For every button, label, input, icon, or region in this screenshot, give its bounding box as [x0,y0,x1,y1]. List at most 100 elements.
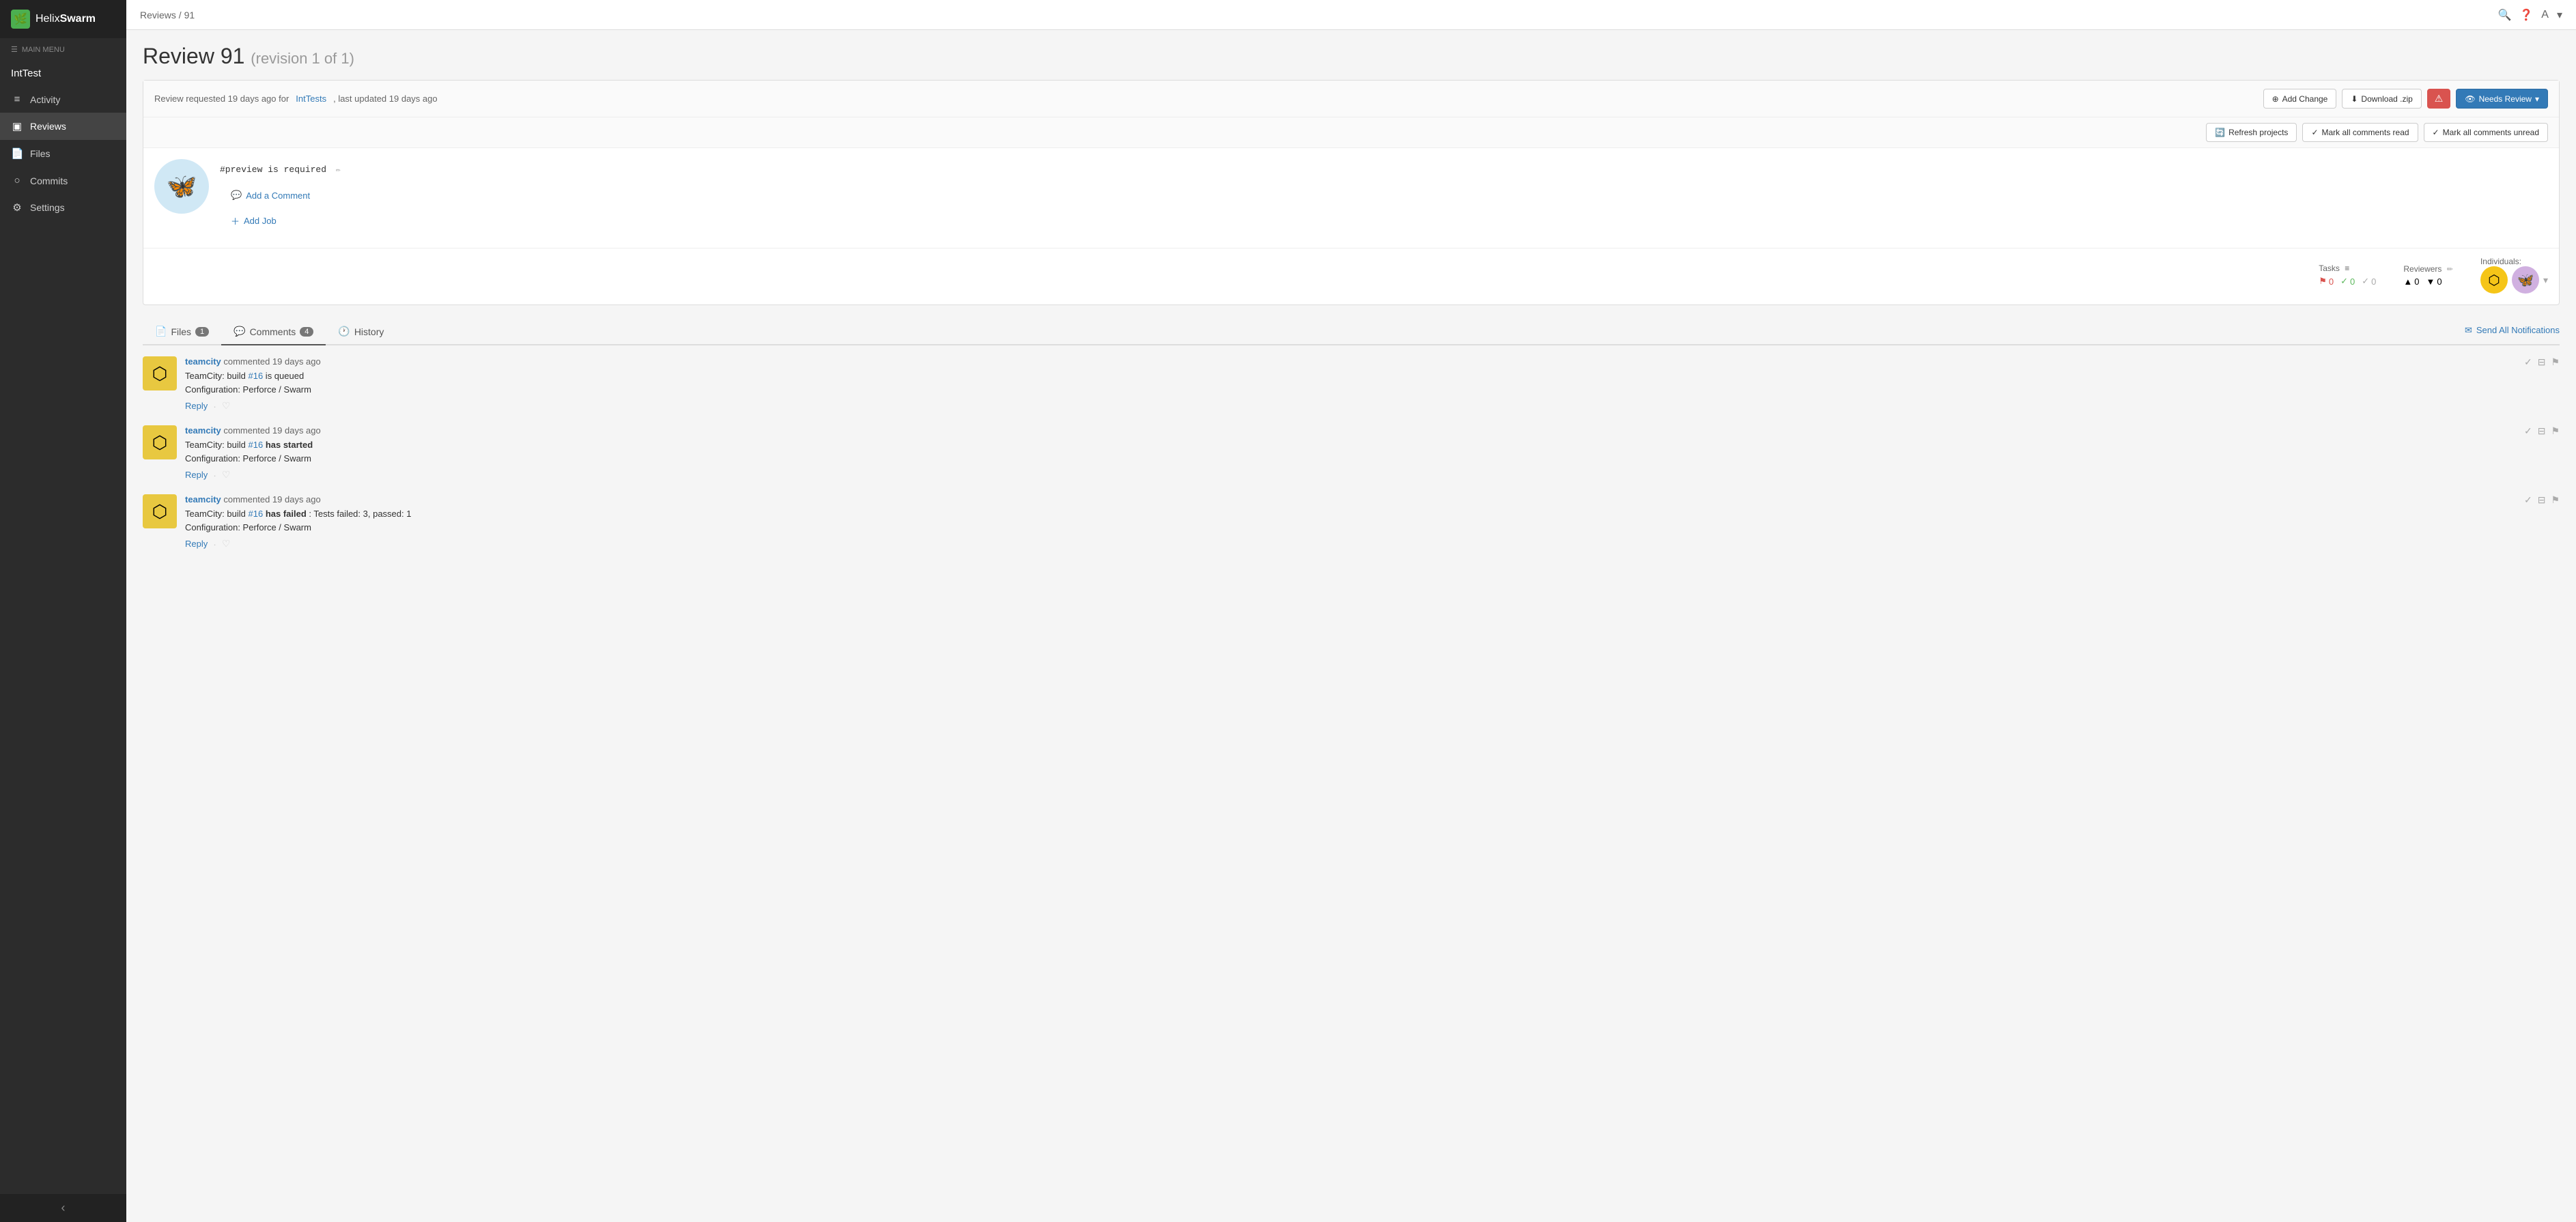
comment-author-1[interactable]: teamcity [185,356,221,367]
sidebar-item-label: Activity [30,94,60,105]
reply-button-3[interactable]: Reply [185,539,208,549]
alert-button[interactable]: ⚠ [2427,89,2451,109]
add-job-icon: ＋ [231,214,240,227]
like-button-1[interactable]: ♡ [222,400,231,412]
settings-icon: ⚙ [11,201,23,214]
review-avatar: 🦋 [154,159,209,214]
comment-content-2: teamcity commented 19 days ago TeamCity:… [185,425,321,481]
review-card: Review requested 19 days ago for IntTest… [143,80,2560,305]
reviewer-dropdown-icon[interactable]: ▾ [2543,274,2548,286]
reply-button-1[interactable]: Reply [185,401,208,411]
comment-body-2: teamcity commented 19 days ago TeamCity:… [185,425,2560,481]
add-change-button[interactable]: ⊕ Add Change [2263,89,2337,109]
comment-edit-icon-1[interactable]: ⊟ [2538,356,2546,368]
review-meta-info: Review requested 19 days ago for IntTest… [154,94,438,104]
thumbs-up-icon: ▲ [2403,276,2412,287]
hamburger-icon: ☰ [11,45,18,54]
review-requested-text: Review requested 19 days ago for [154,94,289,104]
like-button-2[interactable]: ♡ [222,469,231,481]
reviewer-avatar-2[interactable]: 🦋 [2512,266,2539,294]
sidebar-item-reviews[interactable]: ▣ Reviews [0,113,126,140]
comment-config-3: Configuration: Perforce / Swarm [185,522,311,532]
sidebar-item-settings[interactable]: ⚙ Settings [0,194,126,221]
comment-edit-icon-3[interactable]: ⊟ [2538,494,2546,506]
reply-button-2[interactable]: Reply [185,470,208,480]
sidebar-collapse-button[interactable]: ‹ [0,1194,126,1222]
comment-row-2: teamcity commented 19 days ago TeamCity:… [185,425,2560,481]
comment-item-2: ⬡ teamcity commented 19 days ago TeamCit… [143,425,2560,481]
comment-right-actions-1: ✓ ⊟ ⚑ [2524,356,2560,368]
tab-comments[interactable]: 💬 Comments 4 [221,319,326,345]
send-all-notifications-link[interactable]: ✉ Send All Notifications [2465,321,2560,340]
needs-review-dropdown-icon: ▾ [2535,94,2539,104]
reviewers-edit-icon[interactable]: ✏ [2447,266,2453,274]
breadcrumb: Reviews / 91 [140,10,195,20]
comment-flag-icon-1[interactable]: ⚑ [2551,356,2560,368]
send-icon: ✉ [2465,325,2472,336]
dropdown-chevron-icon[interactable]: ▾ [2557,8,2562,22]
comment-time-3: commented 19 days ago [223,494,320,505]
needs-review-button[interactable]: 👁 Needs Review ▾ [2456,89,2548,109]
add-job-link[interactable]: ＋ Add Job [231,210,2537,231]
sidebar-item-commits[interactable]: ○ Commits [0,167,126,194]
user-avatar[interactable]: A [2541,9,2549,21]
comment-link-1[interactable]: #16 [248,371,263,381]
comment-actions-3: Reply · ♡ [185,538,411,550]
individuals-section: Individuals: ⬡ 🦋 ▾ [2480,257,2548,294]
tab-history[interactable]: 🕐 History [326,319,396,345]
comment-text-3: TeamCity: build #16 has failed : Tests f… [185,507,411,534]
comment-check-icon-1[interactable]: ✓ [2524,356,2532,368]
comment-author-2[interactable]: teamcity [185,425,221,436]
sidebar-item-files[interactable]: 📄 Files [0,140,126,167]
comment-content-3: teamcity commented 19 days ago TeamCity:… [185,494,411,550]
comment-author-3[interactable]: teamcity [185,494,221,505]
review-description: #preview is required ✏ 💬 Add a Comment ＋… [220,148,2559,248]
check-icon: ✓ [2311,128,2318,137]
unread-icon: ✓ [2433,128,2439,137]
refresh-icon: 🔄 [2215,128,2225,137]
download-icon: ⬇ [2351,94,2358,104]
review-requester-link[interactable]: IntTests [296,94,326,104]
review-code-text: #preview is required ✏ [220,159,2548,180]
comments-badge: 4 [300,327,313,337]
comment-config-1: Configuration: Perforce / Swarm [185,384,311,395]
tab-files[interactable]: 📄 Files 1 [143,319,221,345]
reviewer-avatar-1[interactable]: ⬡ [2480,266,2508,294]
refresh-projects-button[interactable]: 🔄 Refresh projects [2206,123,2297,142]
comments-list: ⬡ teamcity commented 19 days ago TeamCit… [143,356,2560,550]
sidebar: 🌿 HelixSwarm ☰ MAIN MENU IntTest ≡ Activ… [0,0,126,1222]
add-change-icon: ⊕ [2272,94,2279,104]
comment-row-1: teamcity commented 19 days ago TeamCity:… [185,356,2560,412]
search-icon[interactable]: 🔍 [2497,8,2511,22]
reviewers-section: Reviewers ✏ ▲ 0 ▼ 0 [2403,264,2453,287]
comment-link-3[interactable]: #16 [248,509,263,519]
sidebar-logo[interactable]: 🌿 HelixSwarm [0,0,126,38]
comment-check-icon-2[interactable]: ✓ [2524,425,2532,437]
secondary-actions: 🔄 Refresh projects ✓ Mark all comments r… [143,117,2559,148]
comment-flag-icon-3[interactable]: ⚑ [2551,494,2560,506]
edit-description-icon[interactable]: ✏ [336,165,341,175]
comment-edit-icon-2[interactable]: ⊟ [2538,425,2546,437]
comment-check-icon-3[interactable]: ✓ [2524,494,2532,506]
main-content: Reviews / 91 🔍 ❓ A ▾ Review 91 (revision… [126,0,2576,1222]
mark-all-read-button[interactable]: ✓ Mark all comments read [2302,123,2418,142]
download-zip-button[interactable]: ⬇ Download .zip [2342,89,2421,109]
collapse-icon: ‹ [61,1201,66,1215]
files-icon: 📄 [11,147,23,160]
mark-all-unread-button[interactable]: ✓ Mark all comments unread [2424,123,2548,142]
activity-icon: ≡ [11,94,23,105]
add-comment-link[interactable]: 💬 Add a Comment [231,186,2537,205]
comment-icon: 💬 [231,190,242,201]
comment-config-2: Configuration: Perforce / Swarm [185,453,311,464]
comment-actions-2: Reply · ♡ [185,469,321,481]
files-badge: 1 [195,327,209,337]
comment-flag-icon-2[interactable]: ⚑ [2551,425,2560,437]
main-menu-toggle[interactable]: ☰ MAIN MENU [0,38,126,61]
comment-link-2[interactable]: #16 [248,440,263,450]
help-icon[interactable]: ❓ [2519,8,2533,22]
sidebar-item-activity[interactable]: ≡ Activity [0,86,126,113]
review-actions: 💬 Add a Comment ＋ Add Job [220,180,2548,237]
like-button-3[interactable]: ♡ [222,538,231,550]
comment-right-actions-3: ✓ ⊟ ⚑ [2524,494,2560,506]
tabs-right: ✉ Send All Notifications [2465,321,2560,343]
